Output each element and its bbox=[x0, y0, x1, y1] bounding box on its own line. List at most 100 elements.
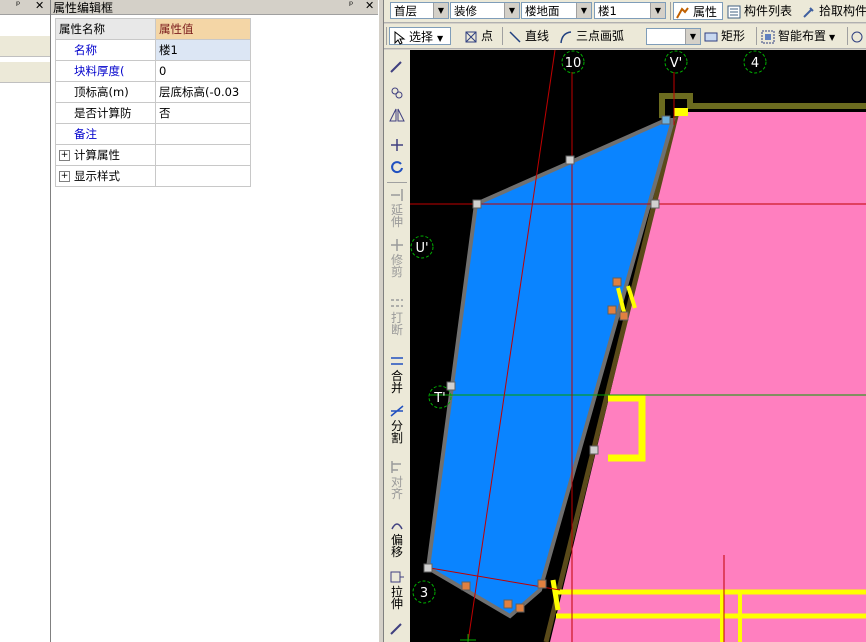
property-value-input[interactable]: 否 bbox=[155, 102, 251, 124]
grip-handle[interactable] bbox=[661, 115, 671, 125]
chevron-down-icon[interactable]: ▼ bbox=[650, 3, 665, 18]
panel-title: 属性编辑框 bbox=[53, 1, 114, 15]
property-row-waterproof[interactable]: 是否计算防 否 bbox=[55, 102, 251, 124]
grip-handle[interactable] bbox=[446, 381, 456, 391]
property-value-input[interactable]: 0 bbox=[155, 60, 251, 82]
grip-handle[interactable] bbox=[461, 581, 471, 591]
wall-segment bbox=[674, 108, 688, 116]
canvas-svg[interactable]: 10 V' 4 U' T' 3 bbox=[410, 50, 866, 642]
expand-icon[interactable]: + bbox=[59, 150, 70, 161]
property-row-name[interactable]: 名称 楼1 bbox=[55, 39, 251, 61]
axis-bubble-v[interactable]: V' bbox=[664, 50, 688, 74]
category-select[interactable]: 装修 ▼ bbox=[450, 2, 520, 19]
rotate-icon bbox=[391, 161, 403, 174]
property-editor-panel: 属性编辑框 ᵖ ✕ 属性名称 属性值 名称 楼1 块料厚度( 0 顶标高(m) … bbox=[51, 0, 378, 642]
property-group-label[interactable]: + 计算属性 bbox=[55, 144, 156, 166]
rectangle-label: 矩形 bbox=[721, 29, 746, 43]
align-button[interactable]: 对齐 bbox=[384, 460, 410, 500]
chevron-down-icon[interactable]: ▼ bbox=[685, 29, 700, 44]
offset-button[interactable]: 偏移 bbox=[384, 518, 410, 558]
close-icon[interactable]: ✕ bbox=[365, 0, 374, 12]
trim-button[interactable]: 修剪 bbox=[384, 238, 410, 278]
merge-button[interactable]: 合并 bbox=[384, 354, 410, 394]
stretch-button[interactable]: 拉伸 bbox=[384, 570, 410, 610]
trim-icon bbox=[391, 239, 403, 251]
chevron-down-icon[interactable]: ▼ bbox=[829, 33, 835, 42]
extend-button[interactable]: 延伸 bbox=[384, 188, 410, 228]
grip-handle[interactable] bbox=[607, 305, 617, 315]
property-row-thickness[interactable]: 块料厚度( 0 bbox=[55, 60, 251, 82]
floor-select[interactable]: 首层 ▼ bbox=[390, 2, 449, 19]
three-point-arc-button[interactable]: 三点画弧 bbox=[559, 27, 624, 45]
chevron-down-icon[interactable]: ▼ bbox=[576, 3, 591, 18]
component-list-button[interactable]: 构件列表 bbox=[727, 2, 792, 20]
grip-handle[interactable] bbox=[565, 155, 575, 165]
chevron-down-icon[interactable]: ▼ bbox=[504, 3, 519, 18]
grip-handle[interactable] bbox=[515, 603, 525, 613]
split-button[interactable]: 分割 bbox=[384, 404, 410, 444]
properties-button[interactable]: 属性 bbox=[673, 2, 723, 20]
break-icon bbox=[391, 299, 403, 307]
axis-label: T' bbox=[433, 391, 446, 406]
axis-bubble-4[interactable]: 4 bbox=[743, 50, 767, 74]
rectangle-button[interactable]: 矩形 bbox=[704, 27, 745, 45]
select-button[interactable]: 选择 ▼ bbox=[389, 27, 451, 45]
grip-handle[interactable] bbox=[650, 199, 660, 209]
chevron-down-icon[interactable]: ▼ bbox=[437, 34, 443, 43]
smart-layout-button[interactable]: 智能布置 ▼ bbox=[761, 27, 835, 45]
grip-handle[interactable] bbox=[612, 277, 622, 287]
grip-handle[interactable] bbox=[472, 199, 482, 209]
grip-handle[interactable] bbox=[503, 599, 513, 609]
axis-bubble-u[interactable]: U' bbox=[410, 235, 434, 259]
property-group-display[interactable]: + 显示样式 bbox=[55, 165, 251, 187]
property-grid-header: 属性名称 属性值 bbox=[55, 18, 251, 40]
expand-icon[interactable]: + bbox=[59, 171, 70, 182]
chevron-down-icon[interactable]: ▼ bbox=[433, 3, 448, 18]
stretch-icon bbox=[390, 571, 404, 583]
break-button[interactable]: 打断 bbox=[384, 296, 410, 336]
property-row-top-elevation[interactable]: 顶标高(m) 层底标高(-0.03 bbox=[55, 81, 251, 103]
grip-handle[interactable] bbox=[589, 445, 599, 455]
component-type-select[interactable]: 楼地面 ▼ bbox=[521, 2, 592, 19]
toolbar-separator bbox=[387, 182, 407, 183]
axis-bubble-3[interactable]: 3 bbox=[412, 580, 436, 604]
left-dock-item[interactable] bbox=[0, 62, 50, 83]
component-type-value: 楼地面 bbox=[525, 4, 560, 18]
property-group-calc[interactable]: + 计算属性 bbox=[55, 144, 251, 166]
close-icon[interactable]: ✕ bbox=[35, 0, 44, 12]
arc-mode-select[interactable]: ▼ bbox=[646, 28, 701, 45]
property-row-remark[interactable]: 备注 bbox=[55, 123, 251, 145]
pen-icon bbox=[390, 623, 402, 635]
more-tools-button[interactable] bbox=[850, 27, 866, 45]
category-select-value: 装修 bbox=[454, 4, 477, 18]
property-group-label[interactable]: + 显示样式 bbox=[55, 165, 156, 187]
property-value-input[interactable]: 楼1 bbox=[155, 39, 251, 61]
cursor-icon bbox=[394, 30, 406, 45]
overflow-icon bbox=[851, 31, 863, 42]
mirror-tool-button[interactable] bbox=[384, 108, 410, 124]
property-label: 备注 bbox=[55, 123, 156, 145]
line-button[interactable]: 直线 bbox=[508, 27, 549, 45]
left-dock-panel: ᵖ ✕ bbox=[0, 0, 51, 642]
rotate-tool-button[interactable] bbox=[384, 160, 410, 176]
left-dock-item[interactable] bbox=[0, 36, 50, 57]
properties-icon bbox=[676, 6, 689, 18]
drawing-canvas[interactable]: 10 V' 4 U' T' 3 bbox=[410, 50, 866, 642]
grip-handle[interactable] bbox=[423, 563, 433, 573]
list-icon bbox=[727, 5, 741, 18]
point-button[interactable]: 点 bbox=[464, 27, 493, 45]
pick-component-button[interactable]: 拾取构件 bbox=[802, 2, 866, 20]
axis-bubble-10[interactable]: 10 bbox=[561, 50, 585, 74]
grip-handle[interactable] bbox=[619, 311, 629, 321]
move-tool-button[interactable] bbox=[384, 138, 410, 154]
pen-tool-button[interactable] bbox=[384, 60, 410, 76]
left-dock-caption: ᵖ ✕ bbox=[0, 0, 50, 15]
component-select[interactable]: 楼1 ▼ bbox=[594, 2, 666, 19]
pen-tool-button-2[interactable] bbox=[384, 622, 410, 638]
pin-icon[interactable]: ᵖ bbox=[16, 0, 20, 11]
copy-tool-button[interactable] bbox=[384, 86, 410, 102]
property-value-input[interactable] bbox=[155, 123, 251, 145]
pin-icon[interactable]: ᵖ bbox=[349, 0, 353, 11]
property-value-input[interactable]: 层底标高(-0.03 bbox=[155, 81, 251, 103]
grip-handle[interactable] bbox=[537, 579, 547, 589]
